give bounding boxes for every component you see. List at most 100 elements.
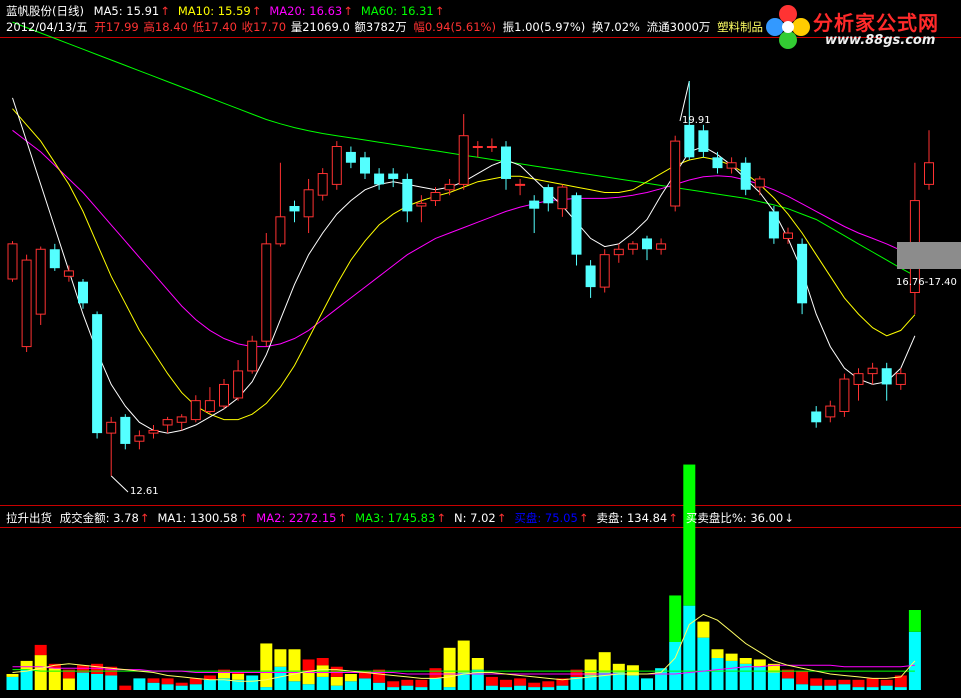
up-arrow-icon: ↑ (434, 4, 445, 18)
candle (924, 130, 934, 190)
candle-body (374, 173, 385, 185)
indicator-bar-y (6, 674, 19, 677)
indicator-bar (641, 678, 653, 690)
indicator-bar (796, 671, 809, 690)
indicator-bar-r (161, 678, 174, 685)
candle (247, 335, 258, 374)
candle (754, 176, 765, 196)
indicator-bar-y (598, 652, 611, 673)
indicator-bar-r (387, 681, 400, 688)
candle-body (557, 186, 568, 210)
candle (190, 395, 201, 423)
up-arrow-icon: ↑ (337, 511, 348, 525)
indicator-bar (443, 647, 456, 690)
indicator-bar-cy (20, 669, 33, 690)
indicator-bar-r (500, 679, 512, 688)
candle-body (783, 232, 793, 239)
indicator-bar-g (669, 595, 682, 642)
indicator-bar-cy (697, 637, 710, 690)
amount: 额3782万 (354, 20, 407, 34)
indicator-bar (119, 685, 132, 690)
candle (49, 243, 60, 271)
price-range-box (897, 242, 961, 269)
high-price: 高18.40 (143, 20, 188, 34)
indicator-bar-r (542, 681, 555, 688)
indicator-bar-cy (147, 682, 160, 690)
indicator-bar-r (485, 676, 498, 686)
indicator-bar (359, 671, 371, 690)
candle (106, 416, 117, 476)
candle-body (853, 373, 864, 385)
price-info-row: 2012/04/13/五 开17.99 高18.40 低17.40 收17.70… (6, 20, 769, 34)
candle-body (529, 200, 540, 209)
open-price: 开17.99 (94, 20, 139, 34)
candle-body (712, 157, 723, 169)
candle-body (585, 265, 596, 288)
indicator-bar-y (302, 671, 315, 685)
candle-body (867, 367, 878, 375)
indicator-bar-cy (175, 685, 188, 690)
indicator-bar-cy (189, 684, 202, 690)
indicator-bar (612, 663, 625, 690)
ma-info-row: 蓝帆股份(日线) MA5: 15.91↑ MA10: 15.59↑ MA20: 16… (6, 4, 458, 18)
indicator-bar-y (739, 658, 752, 664)
candle-body (515, 183, 526, 186)
candle (176, 414, 187, 431)
candle-body (289, 206, 300, 212)
ma-item-3: MA60: 16.31↑ (360, 4, 445, 18)
indicator-bar-cy (415, 687, 428, 690)
indicator-bar (77, 665, 89, 690)
indicator-bar-r (514, 678, 527, 686)
candle (317, 168, 328, 201)
candle (472, 141, 483, 158)
candle-body (740, 162, 751, 190)
indicator-bar-cy (866, 687, 879, 690)
indicator-bar-cy (429, 678, 442, 690)
indicator-bar (838, 679, 851, 690)
indicator-bar (683, 464, 696, 690)
indicator-bar-cy (767, 672, 780, 690)
indicator-bar-r (838, 679, 851, 685)
logo-title: 分析家公式网 (813, 11, 939, 35)
indicator-bar (697, 621, 710, 690)
candle-body (825, 405, 836, 418)
candle (261, 233, 272, 347)
indicator-bar-cy (739, 663, 752, 690)
indicator-bar (739, 658, 752, 690)
candle-body (21, 259, 32, 348)
candle-body (148, 429, 159, 434)
ma-item-0: MA5: 15.91↑ (93, 4, 170, 18)
candle (515, 178, 526, 196)
indicator-bar (387, 681, 400, 690)
ma-item-1: MA10: 15.59↑ (177, 4, 262, 18)
indicator-bar-r (415, 679, 428, 688)
indicator-bar (246, 675, 259, 690)
candle (458, 114, 469, 190)
indicator-bar-cy (626, 675, 639, 690)
indicator-bar-g (908, 610, 921, 632)
indicator-bar (852, 679, 865, 690)
candle (289, 200, 300, 223)
indicator-bar (528, 682, 541, 690)
candle-body (642, 238, 652, 250)
indicator-bar (500, 679, 512, 690)
candle-body (656, 243, 667, 250)
float-shares: 流通3000万 (646, 20, 711, 34)
moving-average-lines (12, 21, 916, 434)
up-arrow-icon: ↑ (160, 4, 170, 18)
indicator-histogram[interactable] (6, 464, 921, 690)
indicator-bar-g (683, 464, 696, 606)
indicator-bar-y (34, 655, 47, 690)
candle (867, 362, 878, 385)
candle-body (120, 416, 131, 444)
indicator-bar-cy (359, 678, 371, 690)
candle (853, 368, 864, 401)
indicator-bar-r (880, 679, 893, 686)
indicator-bar-y (274, 649, 287, 667)
candle-body (416, 202, 427, 207)
volume: 量21069.0 (290, 20, 350, 34)
indicator-bar-r (824, 679, 837, 686)
candle (571, 192, 582, 266)
candle (430, 187, 441, 206)
candlestick-series[interactable] (7, 81, 934, 476)
